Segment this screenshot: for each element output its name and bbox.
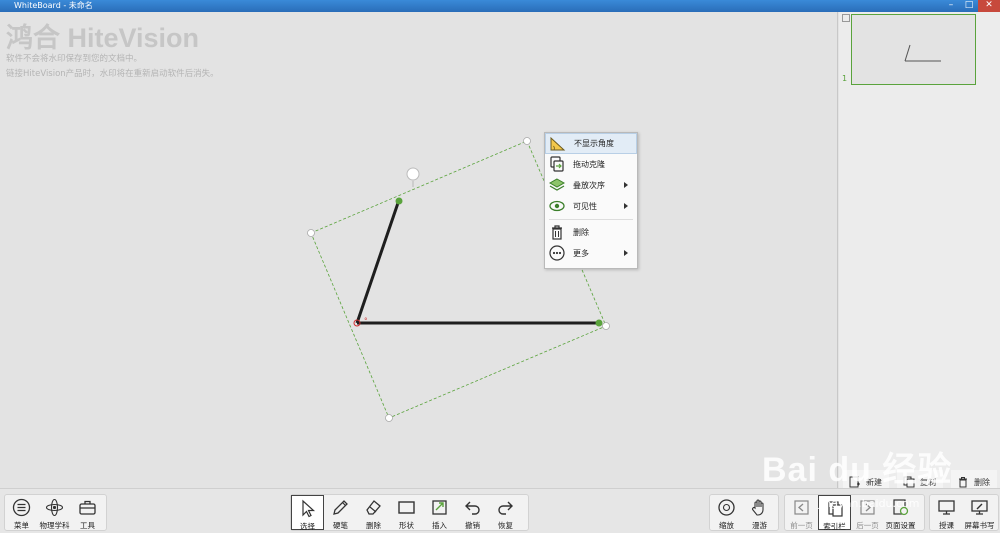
submenu-arrow-icon: [624, 203, 628, 209]
screen-write-button[interactable]: 屏幕书写: [963, 495, 996, 530]
toolbar-label: 恢复: [498, 521, 513, 530]
toolbar-group-mode: 授课 屏幕书写: [929, 494, 999, 531]
menu-item-drag-clone[interactable]: 拖动克隆: [545, 154, 637, 175]
ray-endpoint-lower[interactable]: [595, 319, 603, 327]
hand-icon: [752, 499, 764, 516]
undo-icon: [465, 501, 480, 515]
page-number: 1: [842, 74, 848, 83]
menu-item-label: 不显示角度: [574, 139, 614, 148]
menu-icon: [12, 498, 31, 517]
toolbar-label: 页面设置: [885, 521, 916, 530]
delete-page-label: 删除: [974, 477, 990, 487]
menu-item-label: 拖动克隆: [573, 160, 605, 169]
tools-button[interactable]: 工具: [71, 495, 104, 530]
rotate-handle[interactable]: [406, 167, 420, 181]
redo-button[interactable]: 恢复: [489, 495, 522, 530]
whiteboard-canvas[interactable]: 鸿合 HiteVision 软件不会将水印保存到您的文档中。 链接HiteVis…: [0, 12, 838, 488]
trash-icon: [552, 225, 562, 240]
menu-item-stack-order[interactable]: 叠放次序: [545, 175, 637, 196]
pen-icon: [333, 500, 348, 515]
roam-button[interactable]: 漫游: [743, 495, 776, 530]
title-bar: WhiteBoard - 未命名 – □ ✕: [0, 0, 1000, 12]
prev-page-icon: [794, 500, 809, 515]
toolbar-label: 漫游: [752, 521, 767, 530]
menu-item-label: 叠放次序: [573, 181, 605, 190]
cursor-icon: [302, 499, 316, 518]
resize-handle-bl[interactable]: [385, 414, 393, 422]
menu-separator: [549, 219, 633, 220]
ray-endpoint-upper[interactable]: [395, 197, 403, 205]
resize-handle-tl[interactable]: [307, 229, 315, 237]
angle-degree-marker: °: [364, 317, 368, 325]
window-controls: – □ ✕: [942, 0, 1000, 12]
submenu-arrow-icon: [624, 182, 628, 188]
menu-item-label: 删除: [573, 228, 589, 237]
baidu-watermark: Bai du 经验: [762, 451, 953, 489]
menu-item-label: 更多: [573, 249, 589, 258]
protractor-icon: [550, 136, 566, 151]
more-icon: [549, 245, 565, 261]
toolbar-label: 屏幕书写: [964, 521, 995, 530]
rectangle-icon: [398, 501, 415, 514]
resize-handle-tr[interactable]: [523, 137, 531, 145]
drawing-layer: °: [307, 137, 610, 422]
angle-ray-upper[interactable]: [355, 199, 401, 324]
page-thumbnail[interactable]: [851, 14, 976, 85]
delete-page-icon: [959, 477, 967, 488]
screen-write-icon: [971, 500, 988, 515]
previous-page-button[interactable]: 前一页: [785, 495, 818, 530]
redo-icon: [498, 501, 513, 515]
zoom-icon: [718, 499, 735, 516]
toolbar-group-view: 缩放 漫游: [709, 494, 779, 531]
layers-icon: [548, 178, 566, 191]
menu-item-hide-angle[interactable]: 不显示角度: [545, 133, 637, 154]
teach-icon: [938, 500, 955, 515]
toolbar-group-tools: 选择 硬笔 删除 形状 插入 撤销 恢复: [290, 494, 529, 531]
baidu-watermark-url: jingyan.baidu.com: [818, 497, 920, 510]
close-button[interactable]: ✕: [978, 0, 1000, 12]
minimize-button[interactable]: –: [942, 0, 960, 12]
menu-item-delete[interactable]: 删除: [545, 222, 637, 243]
toolbox-icon: [79, 500, 96, 515]
maximize-button[interactable]: □: [960, 0, 978, 12]
clone-icon: [550, 156, 564, 172]
menu-item-visibility[interactable]: 可见性: [545, 196, 637, 217]
physics-icon: [45, 498, 64, 517]
insert-icon: [432, 500, 447, 515]
context-menu: 不显示角度 拖动克隆 叠放次序 可见性 删除 更多: [544, 132, 638, 269]
toolbar-label: 工具: [80, 521, 95, 530]
window-title: WhiteBoard - 未命名: [14, 1, 93, 10]
whiteboard-app: WhiteBoard - 未命名 – □ ✕ 鸿合 HiteVision 软件不…: [0, 0, 1000, 533]
eye-icon: [549, 200, 565, 212]
thumbnail-preview: [904, 44, 941, 62]
menu-item-label: 可见性: [573, 202, 597, 211]
collapse-panel-button[interactable]: [842, 14, 850, 22]
page-index-panel: 1 新建 复制 删除: [839, 12, 1000, 494]
submenu-arrow-icon: [624, 250, 628, 256]
bottom-toolbar: 菜单 物理学科 工具 选择 硬笔 删除 形状 插入 撤销 恢复 缩放 漫游 前一…: [0, 488, 1000, 533]
eraser-icon: [366, 500, 381, 515]
menu-item-more[interactable]: 更多: [545, 243, 637, 264]
resize-handle-br[interactable]: [602, 322, 610, 330]
toolbar-group-main: 菜单 物理学科 工具: [4, 494, 107, 531]
